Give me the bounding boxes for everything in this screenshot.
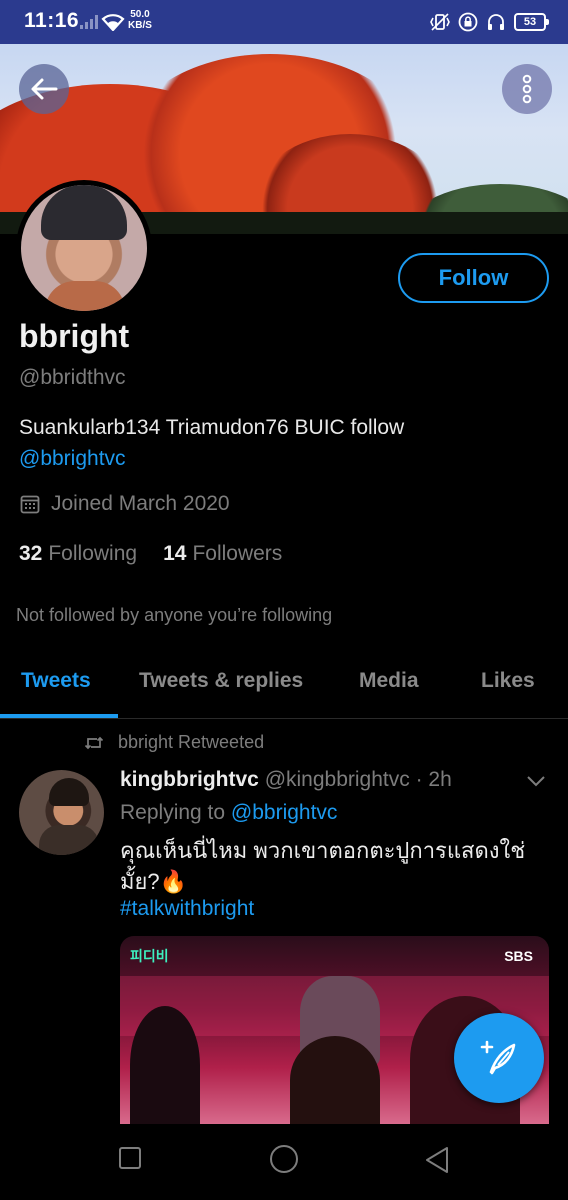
joined-text: Joined March 2020 xyxy=(51,492,230,515)
retweet-indicator: bbright Retweeted xyxy=(84,732,264,753)
more-options-button[interactable] xyxy=(502,64,552,114)
bio-link[interactable]: @bbrightvc xyxy=(19,443,549,474)
more-vertical-icon xyxy=(522,74,532,104)
avatar-image xyxy=(21,185,147,311)
tab-likes[interactable]: Likes xyxy=(481,669,535,693)
compose-feather-icon xyxy=(480,1040,516,1075)
retweet-icon xyxy=(84,736,104,749)
calendar-icon xyxy=(20,495,40,514)
not-followed-note: Not followed by anyone you’re following xyxy=(16,605,333,625)
profile-tabs: Tweets Tweets & replies Media Likes xyxy=(0,652,568,719)
tweet-author-avatar[interactable] xyxy=(19,770,104,855)
replying-to: Replying to @bbrightvc xyxy=(120,801,337,825)
network-speed: 50.0 KB/S xyxy=(128,9,152,31)
status-bar: 11:16 50.0 KB/S 53 xyxy=(0,0,568,44)
following-link[interactable]: 32 Following xyxy=(19,542,137,566)
profile-name: bbright xyxy=(19,318,130,354)
recent-apps-icon[interactable] xyxy=(118,1146,142,1170)
follow-counts: 32 Following 14 Followers xyxy=(19,542,282,566)
tweet-author-name[interactable]: kingbbrightvc xyxy=(120,768,259,791)
headphones-icon xyxy=(488,14,504,30)
battery-icon: 53 xyxy=(514,13,549,31)
back-nav-icon[interactable] xyxy=(424,1146,450,1174)
tweet-text: คุณเห็นนี่ไหม พวกเขาตอกตะปูการแสดงใช่มั้… xyxy=(120,838,526,894)
active-tab-indicator xyxy=(0,714,118,718)
tab-media[interactable]: Media xyxy=(359,669,419,693)
arrow-left-icon xyxy=(31,78,58,100)
tweet-hashtag[interactable]: #talkwithbright xyxy=(120,897,254,921)
replying-to-link[interactable]: @bbrightvc xyxy=(231,801,338,824)
tweet-time: · 2h xyxy=(415,768,452,791)
wifi-icon xyxy=(101,14,125,31)
followers-link[interactable]: 14 Followers xyxy=(163,542,282,566)
system-nav-bar xyxy=(0,1124,568,1200)
home-icon[interactable] xyxy=(269,1144,299,1174)
chevron-down-icon[interactable] xyxy=(526,774,546,788)
back-button[interactable] xyxy=(19,64,69,114)
profile-handle: @bbridthvc xyxy=(19,366,126,389)
lock-icon xyxy=(458,12,478,32)
compose-tweet-button[interactable] xyxy=(454,1013,544,1103)
media-channel-label: SBS xyxy=(504,948,533,964)
bio-text: Suankularb134 Triamudon76 BUIC follow xyxy=(19,416,405,439)
replying-prefix: Replying to xyxy=(120,801,226,824)
joined-date: Joined March 2020 xyxy=(20,492,230,516)
tab-tweets[interactable]: Tweets xyxy=(21,669,91,693)
tweet-header: kingbbrightvc @kingbbrightvc · 2h xyxy=(120,768,452,792)
status-time: 11:16 xyxy=(24,9,80,32)
profile-bio: Suankularb134 Triamudon76 BUIC follow @b… xyxy=(19,412,549,474)
tab-tweets-replies[interactable]: Tweets & replies xyxy=(139,669,303,693)
media-show-logo: 피디비 xyxy=(130,948,169,964)
tweet-author-handle: @kingbbrightvc xyxy=(264,768,410,791)
vibrate-icon xyxy=(430,13,450,31)
follow-button[interactable]: Follow xyxy=(398,253,549,303)
signal-icon xyxy=(80,15,98,29)
profile-avatar[interactable] xyxy=(16,180,152,316)
retweet-label: bbright Retweeted xyxy=(118,732,265,752)
